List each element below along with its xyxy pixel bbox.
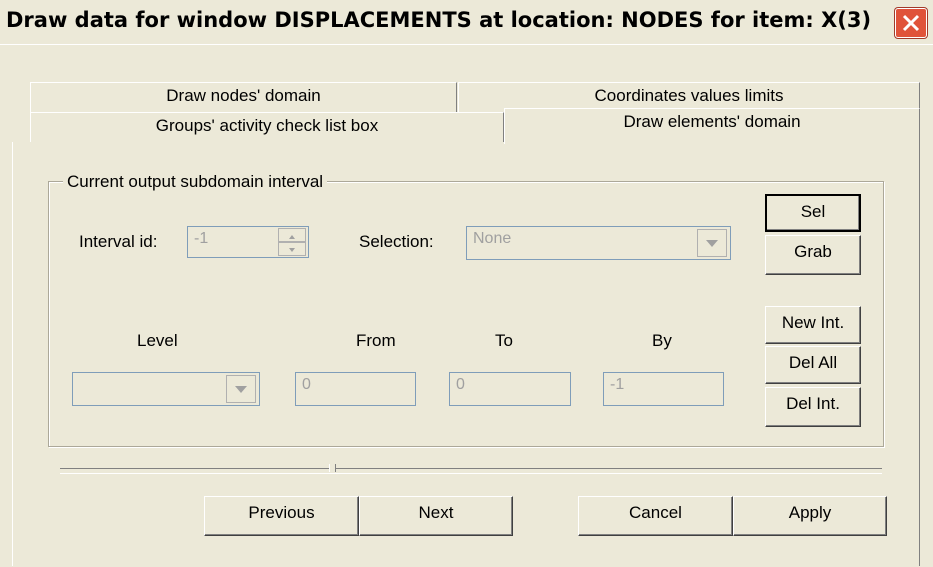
from-field[interactable]: 0 [295,372,416,406]
selection-label: Selection: [359,232,434,251]
tab-draw-elements-domain[interactable]: Draw elements' domain [504,108,920,144]
grab-button[interactable]: Grab [765,235,861,275]
selection-dropdown[interactable]: None [466,226,731,260]
sel-button[interactable]: Sel [765,194,861,232]
tab-label: Draw elements' domain [623,112,801,131]
dialog-window: Draw data for window DISPLACEMENTS at lo… [0,0,933,567]
cancel-button[interactable]: Cancel [578,496,733,536]
by-field[interactable]: -1 [603,372,724,406]
spin-down-button[interactable] [278,242,306,256]
from-label: From [356,331,396,350]
next-button[interactable]: Next [359,496,513,536]
previous-button[interactable]: Previous [204,496,359,536]
tab-draw-nodes-domain[interactable]: Draw nodes' domain [30,82,457,112]
progress-thumb[interactable] [329,464,337,472]
close-icon [902,14,920,32]
delete-all-button[interactable]: Del All [765,346,861,384]
to-label: To [495,331,513,350]
close-button[interactable] [895,8,927,38]
spin-down-icon [289,248,295,252]
progress-track [60,468,882,474]
new-interval-button[interactable]: New Int. [765,306,861,344]
tab-label: Draw nodes' domain [166,86,321,105]
title-bar: Draw data for window DISPLACEMENTS at lo… [0,0,933,44]
spin-up-icon [289,235,295,239]
apply-button[interactable]: Apply [733,496,887,536]
selection-dropdown-button[interactable] [697,229,727,257]
delete-interval-button[interactable]: Del Int. [765,387,861,427]
chevron-down-icon [235,386,247,393]
selection-value: None [473,230,512,247]
subdomain-interval-group [48,181,884,447]
spin-up-button[interactable] [278,228,306,242]
interval-id-label: Interval id: [79,232,158,251]
by-label: By [652,331,672,350]
window-title: Draw data for window DISPLACEMENTS at lo… [6,8,872,32]
tab-label: Groups' activity check list box [155,116,379,135]
to-field[interactable]: 0 [449,372,571,406]
level-label: Level [137,331,178,350]
tab-groups-activity-check-list-box[interactable]: Groups' activity check list box [30,112,504,143]
tab-label: Coordinates values limits [594,86,784,105]
chevron-down-icon [706,240,718,247]
group-legend: Current output subdomain interval [63,172,328,192]
level-dropdown-button[interactable] [226,375,256,403]
interval-id-spinner[interactable] [278,228,306,256]
